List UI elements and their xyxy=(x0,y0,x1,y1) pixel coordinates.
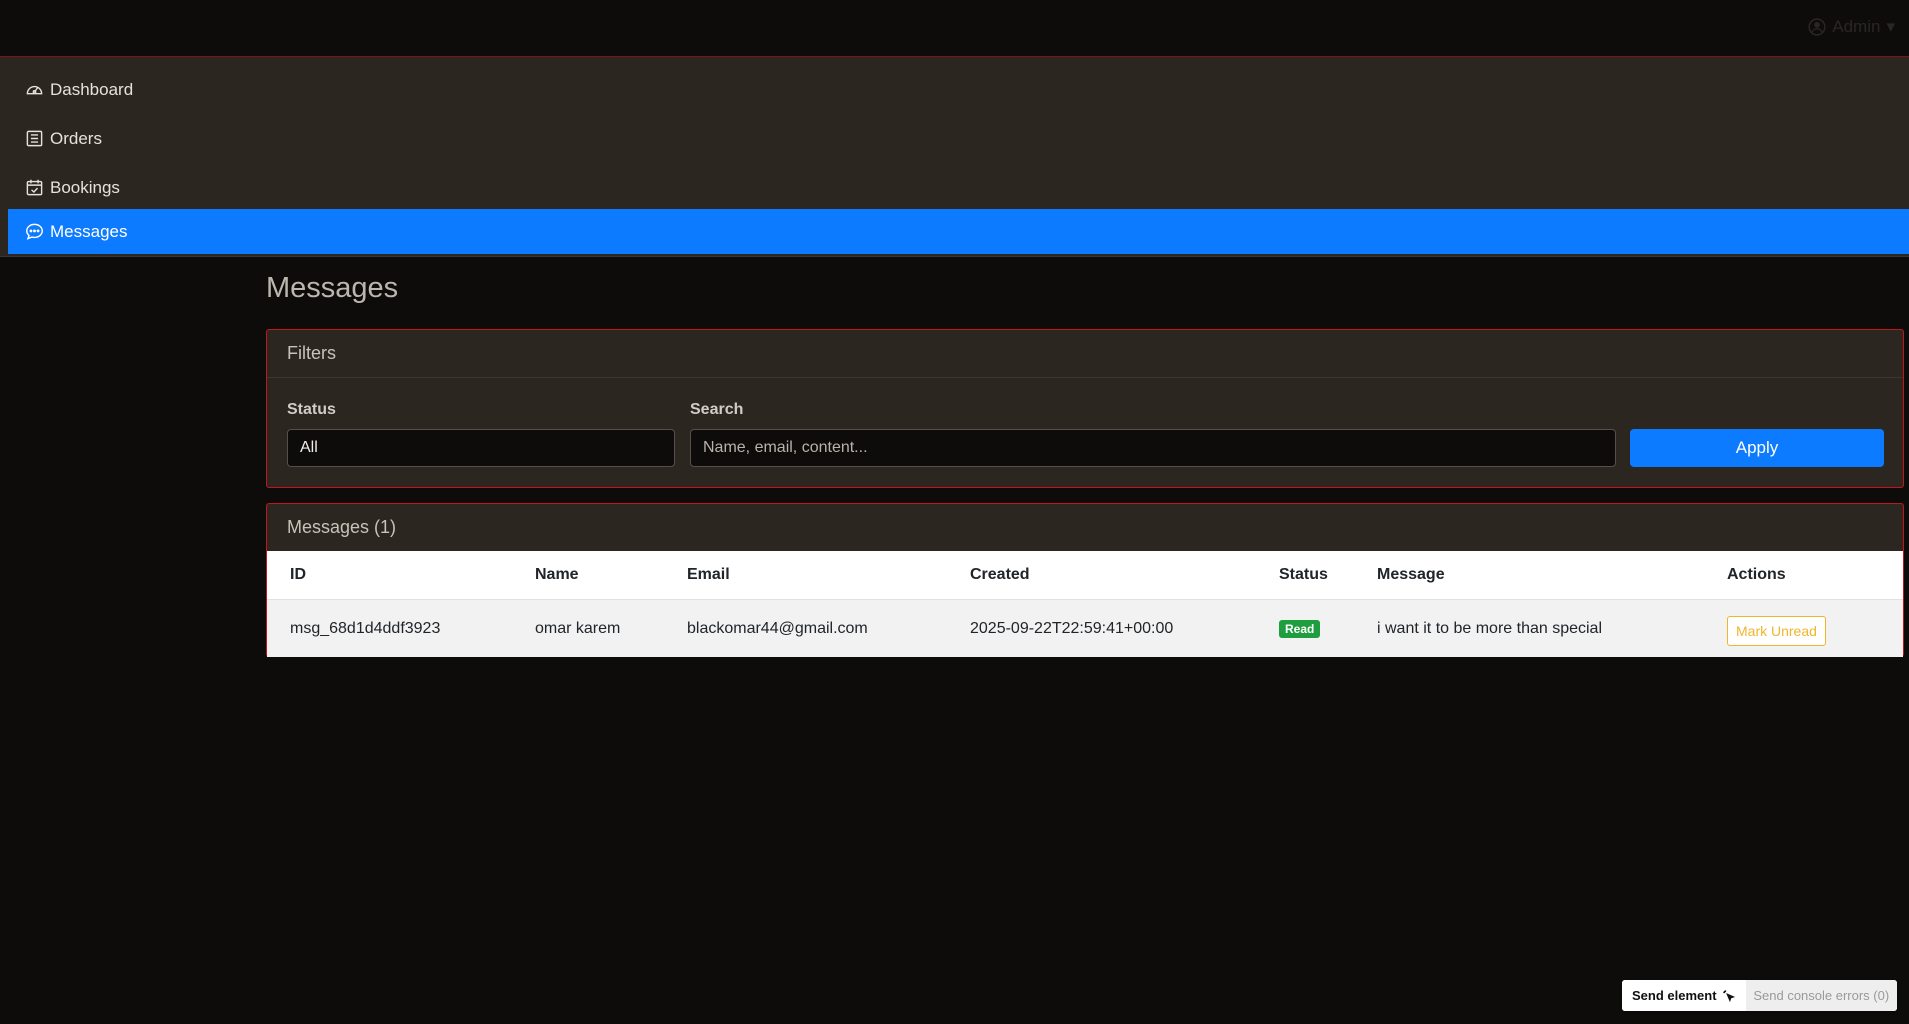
messages-card: Messages (1) ID Name Email Created Statu… xyxy=(266,503,1904,657)
filters-card: Filters Status All Search Name, email, c… xyxy=(266,329,1904,488)
send-element-button[interactable]: Send element xyxy=(1622,980,1746,1011)
status-filter-label: Status xyxy=(287,401,336,418)
caret-down-icon: ▾ xyxy=(1886,17,1895,36)
status-filter-select[interactable]: All xyxy=(287,429,675,467)
devtools-widget: Send element Send console errors (0) xyxy=(1622,980,1897,1011)
receipt-icon xyxy=(26,130,43,147)
column-header-status: Status xyxy=(1256,551,1354,600)
search-input[interactable]: Name, email, content... xyxy=(690,429,1616,467)
sidebar-item-label: Bookings xyxy=(50,177,120,197)
table-row[interactable]: msg_68d1d4ddf3923 omar karem blackomar44… xyxy=(267,599,1903,657)
search-input-placeholder: Name, email, content... xyxy=(703,439,868,456)
column-header-message: Message xyxy=(1354,551,1704,600)
cell-name: omar karem xyxy=(512,599,664,657)
cell-id: msg_68d1d4ddf3923 xyxy=(267,599,512,657)
cell-created: 2025-09-22T22:59:41+00:00 xyxy=(947,599,1256,657)
column-header-name: Name xyxy=(512,551,664,600)
column-header-id: ID xyxy=(267,551,512,600)
speedometer-icon xyxy=(26,85,43,95)
sidebar-item-bookings[interactable]: Bookings xyxy=(8,165,1909,210)
sidebar-item-label: Orders xyxy=(50,128,102,148)
top-navbar: Admin ▾ xyxy=(0,0,1909,57)
page-title: Messages xyxy=(266,272,399,304)
sidebar-item-messages[interactable]: Messages xyxy=(8,209,1909,254)
cell-actions: Mark Unread xyxy=(1704,599,1903,657)
sidebar: Dashboard Orders Bookings Messages xyxy=(0,57,1909,257)
sidebar-item-label: Dashboard xyxy=(50,79,134,99)
column-header-actions: Actions xyxy=(1704,551,1903,600)
cell-email: blackomar44@gmail.com xyxy=(664,599,947,657)
cell-status: Read xyxy=(1256,599,1354,657)
column-header-created: Created xyxy=(947,551,1256,600)
person-circle-icon xyxy=(1808,18,1826,36)
send-element-label: Send element xyxy=(1632,988,1717,1003)
column-header-email: Email xyxy=(664,551,947,600)
sidebar-item-dashboard[interactable]: Dashboard xyxy=(8,67,1909,112)
user-menu-label: Admin xyxy=(1832,17,1881,36)
filters-card-title: Filters xyxy=(267,330,1903,378)
cursor-click-icon xyxy=(1722,989,1735,1002)
mark-unread-button[interactable]: Mark Unread xyxy=(1727,615,1826,646)
status-filter-value: All xyxy=(300,439,318,456)
table-header-row: ID Name Email Created Status Message Act… xyxy=(267,551,1903,600)
sidebar-item-label: Messages xyxy=(50,221,128,241)
messages-table: ID Name Email Created Status Message Act… xyxy=(267,551,1903,657)
apply-button[interactable]: Apply xyxy=(1630,429,1884,467)
send-console-errors-button[interactable]: Send console errors (0) xyxy=(1745,980,1897,1011)
chat-dots-icon xyxy=(26,223,43,240)
sidebar-item-orders[interactable]: Orders xyxy=(8,116,1909,161)
search-filter-label: Search xyxy=(690,401,744,418)
user-menu[interactable]: Admin ▾ xyxy=(1808,17,1895,37)
messages-card-title: Messages (1) xyxy=(287,517,397,537)
cell-message: i want it to be more than special xyxy=(1354,599,1704,657)
status-badge: Read xyxy=(1279,619,1321,638)
calendar-check-icon xyxy=(26,179,43,196)
